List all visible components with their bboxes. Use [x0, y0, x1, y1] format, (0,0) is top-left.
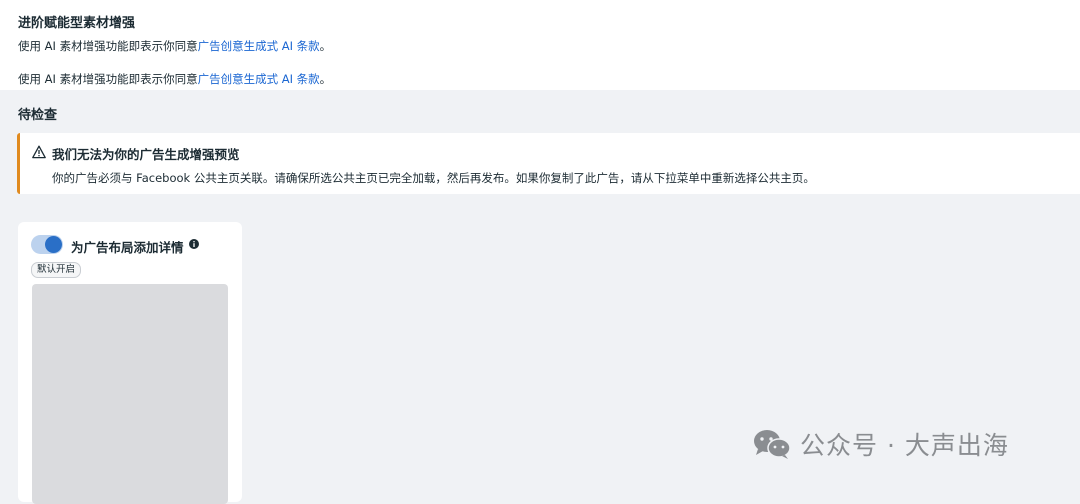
watermark-text: 公众号 · 大声出海 [800, 431, 1009, 460]
default-on-badge: 默认开启 [31, 262, 82, 278]
consent-suffix: 。 [319, 72, 332, 86]
ai-terms-consent-text: 使用 AI 素材增强功能即表示你同意广告创意生成式 AI 条款。 [18, 38, 331, 54]
info-icon[interactable] [189, 239, 199, 249]
wechat-icon [754, 430, 791, 459]
watermark: 公众号 · 大声出海 [752, 426, 1009, 462]
pending-review-title: 待检查 [18, 108, 58, 123]
layout-details-toggle[interactable] [31, 235, 63, 254]
preview-warning-banner: 我们无法为你的广告生成增强预览 你的广告必须与 Facebook 公共主页关联。… [17, 133, 1080, 194]
ai-terms-consent-text-2: 使用 AI 素材增强功能即表示你同意广告创意生成式 AI 条款。 [18, 71, 331, 87]
advanced-enhancement-title: 进阶赋能型素材增强 [18, 16, 136, 31]
ad-preview-placeholder [32, 284, 228, 504]
ai-terms-link[interactable]: 广告创意生成式 AI 条款 [198, 72, 320, 86]
layout-details-card: 为广告布局添加详情 默认开启 [18, 222, 242, 504]
consent-prefix: 使用 AI 素材增强功能即表示你同意 [18, 72, 198, 86]
toggle-knob [45, 236, 62, 253]
warning-title: 我们无法为你的广告生成增强预览 [52, 147, 240, 162]
enhancement-section: 进阶赋能型素材增强 使用 AI 素材增强功能即表示你同意广告创意生成式 AI 条… [0, 0, 1080, 90]
ai-terms-link[interactable]: 广告创意生成式 AI 条款 [198, 39, 320, 53]
consent-prefix: 使用 AI 素材增强功能即表示你同意 [18, 39, 198, 53]
consent-suffix: 。 [319, 39, 332, 53]
warning-message: 你的广告必须与 Facebook 公共主页关联。请确保所选公共主页已完全加载，然… [52, 171, 815, 185]
warning-icon [32, 145, 46, 159]
layout-details-label: 为广告布局添加详情 [71, 240, 184, 255]
